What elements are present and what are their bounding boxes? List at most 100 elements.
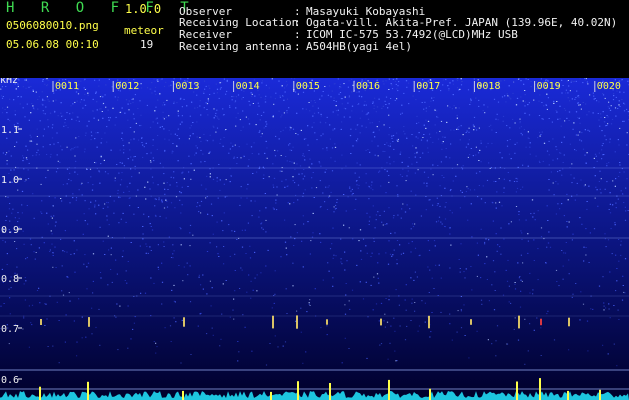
- noise-dot: [22, 230, 24, 232]
- noise-dot: [575, 80, 577, 82]
- noise-dot: [25, 258, 27, 260]
- noise-dot: [150, 250, 152, 251]
- noise-dot: [64, 251, 66, 253]
- noise-dot: [298, 173, 300, 175]
- noise-dot: [289, 149, 291, 151]
- noise-dot: [72, 148, 74, 150]
- noise-dot: [127, 119, 129, 121]
- noise-dot: [6, 253, 8, 255]
- noise-dot: [460, 125, 462, 127]
- noise-dot: [610, 105, 612, 107]
- noise-dot: [449, 227, 451, 229]
- noise-dot: [606, 115, 608, 116]
- noise-dot: [55, 267, 57, 268]
- noise-dot: [576, 182, 578, 184]
- noise-dot: [355, 198, 357, 200]
- noise-dot: [152, 139, 154, 141]
- noise-dot: [13, 99, 15, 101]
- noise-dot: [420, 139, 423, 141]
- noise-dot: [432, 204, 434, 206]
- noise-dot: [42, 80, 44, 82]
- noise-dot: [44, 99, 46, 101]
- noise-dot: [209, 134, 211, 136]
- noise-dot: [475, 146, 477, 148]
- noise-dot: [231, 96, 233, 98]
- noise-dot: [120, 179, 123, 181]
- noise-dot: [6, 215, 8, 217]
- noise-dot: [512, 118, 514, 120]
- noise-dot: [319, 122, 322, 124]
- noise-dot: [93, 117, 95, 119]
- noise-dot: [337, 78, 339, 80]
- noise-dot: [11, 212, 13, 214]
- noise-dot: [130, 103, 132, 104]
- noise-dot: [0, 305, 2, 307]
- noise-dot: [377, 145, 379, 147]
- noise-dot: [469, 104, 471, 105]
- noise-dot: [28, 86, 30, 88]
- noise-dot: [187, 78, 189, 80]
- noise-dot: [553, 339, 556, 341]
- noise-dot: [257, 102, 259, 104]
- noise-dot: [95, 92, 97, 94]
- noise-dot: [276, 194, 278, 196]
- noise-dot: [327, 262, 329, 264]
- noise-dot: [557, 171, 559, 173]
- noise-dot: [208, 152, 210, 154]
- noise-dot: [73, 147, 75, 149]
- noise-dot: [396, 360, 398, 362]
- noise-dot: [374, 154, 376, 156]
- noise-dot: [288, 144, 290, 146]
- noise-dot: [366, 113, 368, 115]
- noise-dot: [497, 101, 500, 103]
- noise-dot: [114, 180, 116, 182]
- noise-dot: [179, 123, 181, 125]
- noise-dot: [334, 146, 337, 148]
- noise-dot: [177, 110, 179, 112]
- noise-dot: [404, 339, 407, 341]
- noise-dot: [103, 159, 105, 161]
- noise-dot: [156, 346, 158, 348]
- noise-dot: [75, 160, 77, 162]
- noise-dot: [260, 136, 262, 138]
- noise-dot: [155, 342, 157, 344]
- noise-dot: [617, 309, 619, 311]
- noise-dot: [272, 163, 274, 165]
- noise-dot: [562, 265, 564, 267]
- noise-dot: [265, 95, 267, 97]
- noise-dot: [587, 129, 589, 131]
- noise-dot: [370, 284, 372, 286]
- noise-dot: [326, 116, 328, 118]
- noise-dot: [145, 243, 147, 245]
- noise-dot: [372, 309, 374, 311]
- noise-dot: [460, 309, 462, 311]
- noise-dot: [53, 92, 55, 94]
- noise-dot: [1, 112, 4, 114]
- noise-dot: [88, 120, 90, 122]
- noise-dot: [436, 132, 438, 134]
- noise-dot: [169, 184, 171, 186]
- noise-dot: [84, 148, 86, 150]
- noise-dot: [337, 109, 339, 111]
- noise-dot: [314, 102, 316, 103]
- noise-dot: [46, 85, 48, 87]
- noise-dot: [309, 253, 311, 255]
- spectrogram-background: [0, 78, 629, 400]
- noise-dot: [16, 141, 18, 143]
- noise-dot: [106, 201, 108, 203]
- noise-dot: [5, 154, 7, 156]
- noise-dot: [77, 146, 79, 148]
- noise-dot: [541, 131, 543, 133]
- noise-dot: [169, 325, 172, 327]
- noise-dot: [478, 152, 480, 154]
- noise-dot: [345, 294, 347, 296]
- noise-dot: [222, 145, 224, 147]
- noise-dot: [152, 182, 154, 184]
- noise-dot: [355, 128, 357, 130]
- noise-dot: [525, 146, 527, 148]
- noise-dot: [168, 129, 170, 131]
- noise-dot: [493, 309, 496, 311]
- noise-dot: [130, 338, 132, 340]
- noise-dot: [4, 241, 6, 243]
- noise-dot: [319, 180, 321, 182]
